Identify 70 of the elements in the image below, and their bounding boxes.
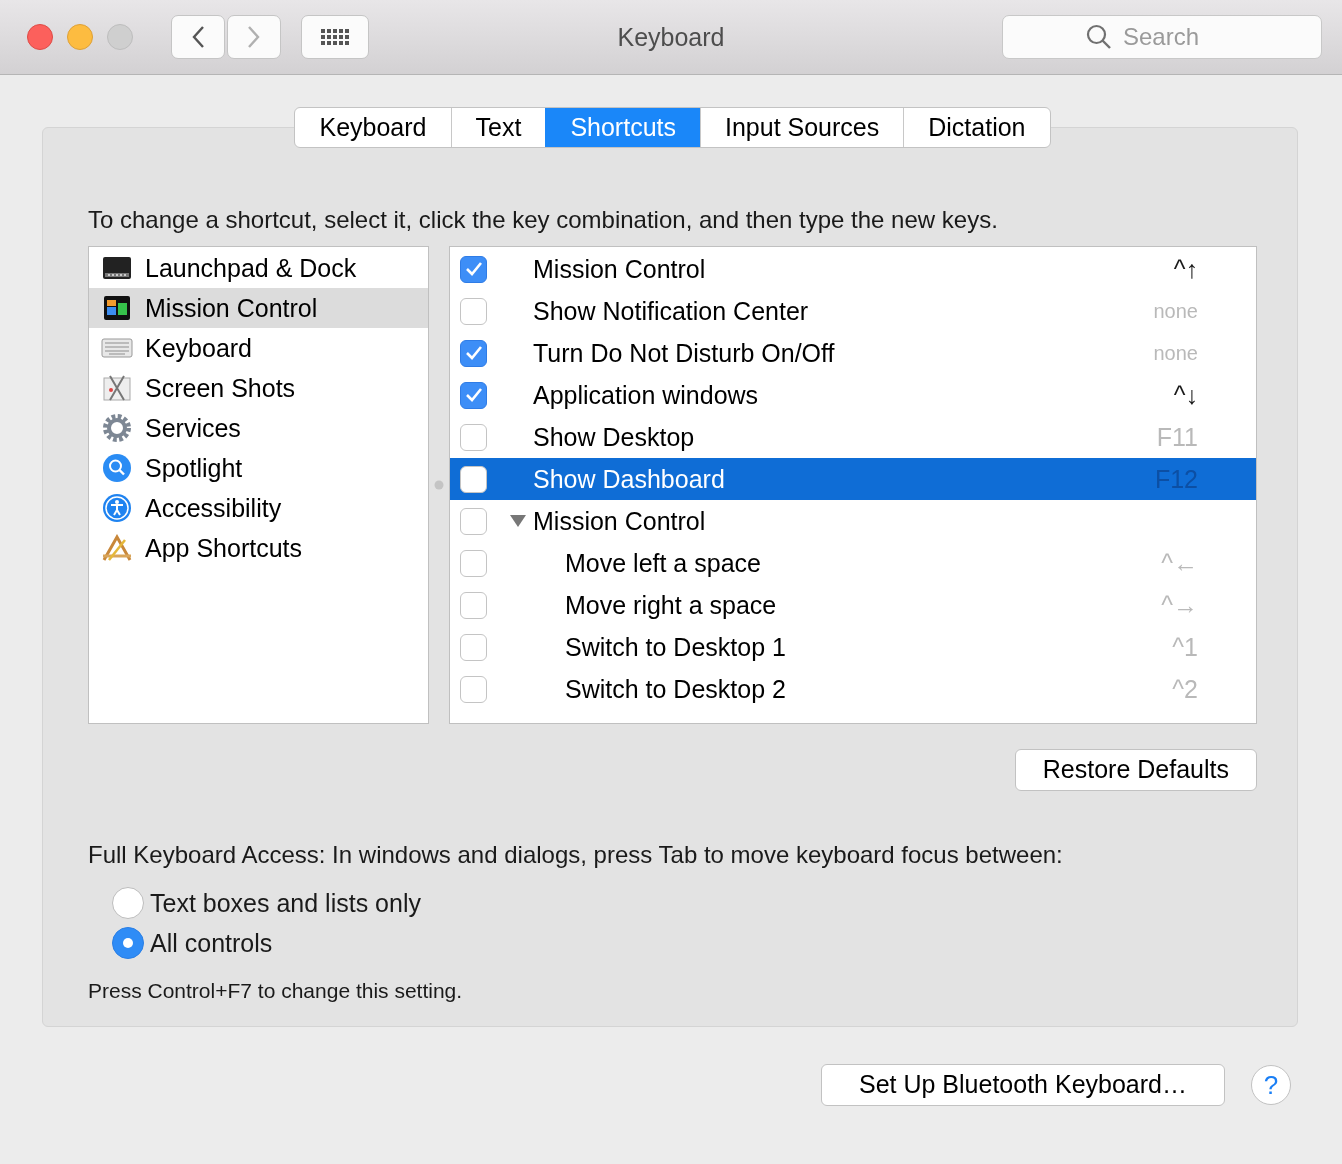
checkbox[interactable] [460,255,487,283]
shortcut-row[interactable]: Mission Control [450,500,1256,542]
shortcut-row[interactable]: Switch to Desktop 1 ^1 [450,626,1256,668]
tab[interactable]: Input Sources [700,108,904,147]
shortcut-row[interactable]: Move right a space ^→ [450,584,1256,626]
chevron-right-icon [247,25,261,49]
shortcut-row[interactable]: Switch to Desktop 2 ^2 [450,668,1256,710]
search-field[interactable]: Search [1002,15,1322,59]
checkbox[interactable] [460,591,487,619]
help-button[interactable]: ? [1251,1065,1291,1105]
window-title: Keyboard [617,22,725,51]
radio-button[interactable] [112,927,144,959]
category-item[interactable]: Spotlight [89,448,428,488]
instruction-text: To change a shortcut, select it, click the key combination, and then type the new keys. [88,206,999,234]
shortcut-row[interactable]: Mission Control ^↑ [450,248,1256,290]
gear-icon [102,413,132,443]
keyboard-access-label: Full Keyboard Access: In windows and dialogs, press Tab to move keyboard focus between: [88,841,1064,869]
dock-icon [102,255,132,281]
checkbox[interactable] [460,339,487,367]
ruler-pencil-icon [101,534,133,562]
checkbox[interactable] [460,297,487,325]
zoom-button[interactable] [107,24,133,50]
category-item[interactable]: Services [89,408,428,448]
magnifier-icon [102,453,132,483]
accessibility-icon [102,493,132,523]
hint-text: Press Control+F7 to change this setting. [88,979,464,1003]
windows-icon [103,295,131,321]
shortcut-row[interactable]: Turn Do Not Disturb On/Off none [450,332,1256,374]
split-handle-icon[interactable] [434,480,444,490]
keyboard-icon [101,337,133,359]
tab[interactable]: Shortcuts [545,108,700,147]
checkmark-icon [464,345,483,361]
checkbox[interactable] [460,507,487,535]
show-all-button[interactable] [301,15,369,59]
forward-button[interactable] [227,15,281,59]
checkmark-icon [464,261,483,277]
shortcut-row[interactable]: Move left a space ^← [450,542,1256,584]
category-item[interactable]: Accessibility [89,488,428,528]
shortcut-row[interactable]: Show Notification Center none [450,290,1256,332]
checkbox[interactable] [460,465,487,493]
category-item[interactable]: Screen Shots [89,368,428,408]
chevron-left-icon [191,25,205,49]
checkmark-icon [464,387,483,403]
category-item[interactable]: Keyboard [89,328,428,368]
radio-label[interactable]: Text boxes and lists only [150,888,421,918]
shortcut-row[interactable]: Application windows ^↓ [450,374,1256,416]
shortcut-keys[interactable]: ^↓ [1173,380,1198,410]
category-item[interactable]: Launchpad & Dock [89,248,428,288]
grid-icon [321,29,349,45]
tab[interactable]: Keyboard [295,108,451,147]
category-item[interactable]: Mission Control [89,288,428,328]
shortcut-row[interactable]: Show Desktop F11 [450,416,1256,458]
radio-label[interactable]: All controls [150,928,273,958]
tab[interactable]: Dictation [903,108,1050,147]
scissors-icon [102,374,132,402]
checkbox[interactable] [460,549,487,577]
bluetooth-keyboard-button[interactable]: Set Up Bluetooth Keyboard… [821,1064,1225,1106]
checkbox[interactable] [460,381,487,409]
restore-defaults-button[interactable]: Restore Defaults [1014,749,1257,791]
close-button[interactable] [27,24,53,50]
checkbox[interactable] [460,675,487,703]
back-button[interactable] [171,15,225,59]
disclosure-triangle-icon[interactable] [509,514,527,528]
shortcut-keys[interactable]: ^↑ [1173,254,1198,284]
radio-button[interactable] [112,887,144,919]
search-icon [1086,24,1112,50]
category-item[interactable]: App Shortcuts [89,528,428,568]
minimize-button[interactable] [67,24,93,50]
checkbox[interactable] [460,633,487,661]
checkbox[interactable] [460,423,487,451]
